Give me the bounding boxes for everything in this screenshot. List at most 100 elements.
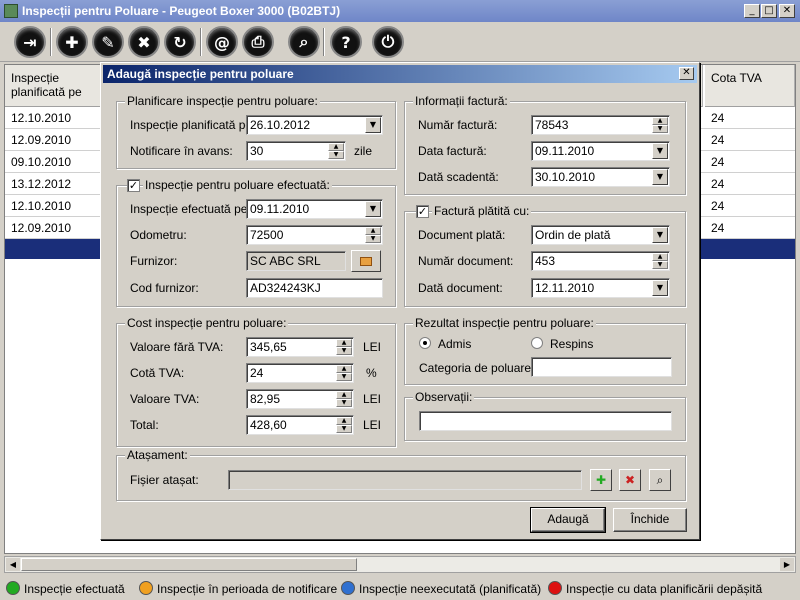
toolbar-separator bbox=[200, 28, 202, 56]
odometer-stepper[interactable]: 72500 ▲ ▼ bbox=[246, 225, 383, 245]
doc-date-picker[interactable]: 12.11.2010 ▼ bbox=[531, 278, 670, 298]
doc-number-stepper[interactable]: 453 ▲ ▼ bbox=[531, 251, 670, 271]
dialog-title: Adaugă inspecție pentru poluare bbox=[107, 67, 294, 81]
paid-legend: Factură plătită cu: bbox=[432, 204, 532, 218]
total-label: Total: bbox=[130, 418, 159, 432]
planned-date-picker[interactable]: 26.10.2012 ▼ bbox=[246, 115, 383, 135]
green-dot-icon bbox=[6, 581, 20, 595]
vat-value-stepper[interactable]: 82,95 ▲ ▼ bbox=[246, 389, 354, 409]
spin-up-icon[interactable]: ▲ bbox=[365, 227, 381, 235]
planning-group: Planificare inspecție pentru poluare: In… bbox=[116, 94, 396, 169]
spin-down-icon[interactable]: ▼ bbox=[336, 425, 352, 433]
supplier-label: Furnizor: bbox=[130, 254, 178, 268]
spin-down-icon[interactable]: ▼ bbox=[328, 151, 344, 159]
list-icon bbox=[360, 256, 372, 266]
scrollbar-thumb[interactable] bbox=[21, 558, 357, 571]
due-date-label: Dată scadentă: bbox=[418, 170, 499, 184]
spin-down-icon[interactable]: ▼ bbox=[336, 373, 352, 381]
fail-radio[interactable] bbox=[531, 337, 543, 349]
minimize-button[interactable]: _ bbox=[744, 4, 760, 18]
due-date-picker[interactable]: 30.10.2010 ▼ bbox=[531, 167, 670, 187]
toolbar: ⇥ ✚ ✎ ✖ ↻ @ ⎙ ⌕ ? ⏻ bbox=[0, 22, 800, 62]
spin-up-icon[interactable]: ▲ bbox=[336, 339, 352, 347]
chevron-down-icon[interactable]: ▼ bbox=[365, 117, 381, 133]
red-dot-icon bbox=[548, 581, 562, 595]
print-icon[interactable]: ⎙ bbox=[242, 26, 274, 58]
orange-dot-icon bbox=[139, 581, 153, 595]
chevron-down-icon[interactable]: ▼ bbox=[652, 143, 668, 159]
refresh-icon[interactable]: ↻ bbox=[164, 26, 196, 58]
total-stepper[interactable]: 428,60 ▲ ▼ bbox=[246, 415, 354, 435]
close-window-button[interactable]: ✕ bbox=[779, 4, 795, 18]
horizontal-scrollbar[interactable]: ◀ ▶ bbox=[4, 556, 796, 573]
column-header-vat[interactable]: Cota TVA bbox=[705, 65, 795, 107]
spin-down-icon[interactable]: ▼ bbox=[336, 399, 352, 407]
close-button[interactable]: Închide bbox=[613, 508, 687, 532]
spin-up-icon[interactable]: ▲ bbox=[336, 417, 352, 425]
attached-file-field bbox=[228, 470, 582, 490]
done-date-label: Inspecție efectuată pe: bbox=[130, 202, 251, 216]
attachment-group: Atașament: Fișier atașat: ✚ ✖ ⌕ bbox=[116, 448, 686, 501]
planned-date-label: Inspecție planificată pe: bbox=[130, 118, 256, 132]
power-icon[interactable]: ⏻ bbox=[372, 26, 404, 58]
search-icon[interactable]: ⌕ bbox=[288, 26, 320, 58]
spin-up-icon[interactable]: ▲ bbox=[652, 117, 668, 125]
inspection-done-group: ✓ Inspecție pentru poluare efectuată: In… bbox=[116, 178, 396, 307]
done-date-picker[interactable]: 09.11.2010 ▼ bbox=[246, 199, 383, 219]
spin-down-icon[interactable]: ▼ bbox=[336, 347, 352, 355]
email-icon[interactable]: @ bbox=[206, 26, 238, 58]
spin-up-icon[interactable]: ▲ bbox=[328, 143, 344, 151]
chevron-down-icon[interactable]: ▼ bbox=[365, 201, 381, 217]
column-header-planned[interactable]: Inspecție planificată pe bbox=[5, 65, 103, 107]
maximize-button[interactable]: □ bbox=[761, 4, 777, 18]
add-button[interactable]: Adaugă bbox=[530, 507, 606, 533]
remove-file-button[interactable]: ✖ bbox=[619, 469, 641, 491]
chevron-down-icon[interactable]: ▼ bbox=[652, 227, 668, 243]
chevron-down-icon[interactable]: ▼ bbox=[652, 280, 668, 296]
spin-up-icon[interactable]: ▲ bbox=[336, 365, 352, 373]
dialog-close-button[interactable]: ✕ bbox=[679, 67, 694, 80]
net-value-label: Valoare fără TVA: bbox=[130, 340, 224, 354]
attach-file-button[interactable]: ✚ bbox=[590, 469, 612, 491]
fail-label: Respins bbox=[550, 337, 594, 351]
spin-down-icon[interactable]: ▼ bbox=[365, 235, 381, 243]
invoice-number-stepper[interactable]: 78543 ▲ ▼ bbox=[531, 115, 670, 135]
help-icon[interactable]: ? bbox=[330, 26, 362, 58]
delete-icon[interactable]: ✖ bbox=[128, 26, 160, 58]
pollution-category-label: Categoria de poluare: bbox=[419, 361, 535, 375]
pass-radio[interactable] bbox=[419, 337, 431, 349]
spin-up-icon[interactable]: ▲ bbox=[652, 253, 668, 261]
spin-down-icon[interactable]: ▼ bbox=[652, 125, 668, 133]
invoice-paid-checkbox[interactable]: ✓ bbox=[416, 205, 429, 218]
chevron-down-icon[interactable]: ▼ bbox=[652, 169, 668, 185]
dialog-titlebar: Adaugă inspecție pentru poluare ✕ bbox=[103, 65, 697, 83]
add-icon[interactable]: ✚ bbox=[56, 26, 88, 58]
invoice-legend: Informații factură: bbox=[413, 94, 510, 108]
toolbar-separator bbox=[323, 28, 325, 56]
pass-label: Admis bbox=[438, 337, 472, 351]
vat-rate-stepper[interactable]: 24 ▲ ▼ bbox=[246, 363, 354, 383]
supplier-code-label: Cod furnizor: bbox=[130, 281, 199, 295]
notice-days-stepper[interactable]: 30 ▲ ▼ bbox=[246, 141, 346, 161]
paid-group: ✓ Factură plătită cu: Document plată: Or… bbox=[404, 204, 686, 307]
net-value-stepper[interactable]: 345,65 ▲ ▼ bbox=[246, 337, 354, 357]
app-icon bbox=[4, 4, 18, 18]
view-file-button[interactable]: ⌕ bbox=[649, 469, 671, 491]
notes-field[interactable] bbox=[419, 411, 672, 431]
magnifier-icon: ⌕ bbox=[656, 472, 664, 487]
invoice-date-picker[interactable]: 09.11.2010 ▼ bbox=[531, 141, 670, 161]
pollution-category-field[interactable] bbox=[531, 357, 672, 377]
edit-icon[interactable]: ✎ bbox=[92, 26, 124, 58]
legend-overdue: Inspecție cu data planificării depășită bbox=[566, 582, 763, 596]
spin-down-icon[interactable]: ▼ bbox=[652, 261, 668, 269]
spin-up-icon[interactable]: ▲ bbox=[336, 391, 352, 399]
scroll-left-icon[interactable]: ◀ bbox=[6, 558, 20, 571]
scroll-right-icon[interactable]: ▶ bbox=[780, 558, 794, 571]
inspection-done-checkbox[interactable]: ✓ bbox=[127, 179, 140, 192]
vat-rate-label: Cotă TVA: bbox=[130, 366, 185, 380]
supplier-code-field[interactable]: AD324243KJ bbox=[246, 278, 383, 298]
inspection-done-legend: Inspecție pentru poluare efectuată: bbox=[143, 178, 332, 192]
supplier-picker-button[interactable] bbox=[351, 250, 381, 272]
payment-doc-select[interactable]: Ordin de plată ▼ bbox=[531, 225, 670, 245]
exit-icon[interactable]: ⇥ bbox=[14, 26, 46, 58]
